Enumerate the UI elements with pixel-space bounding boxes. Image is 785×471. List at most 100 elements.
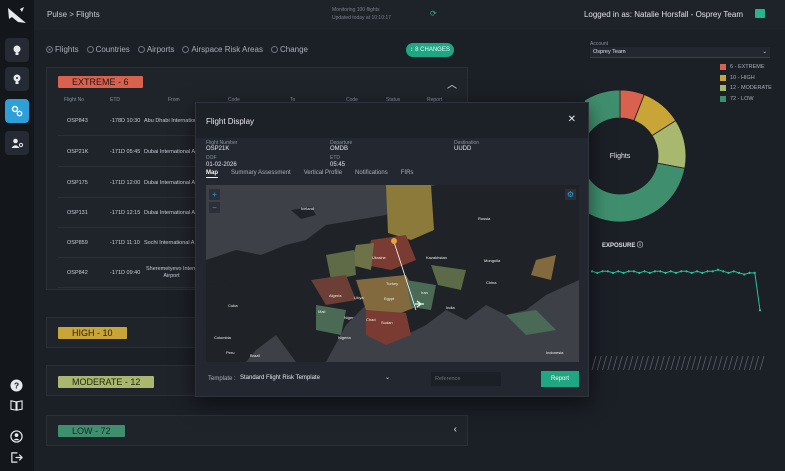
logout-button[interactable] bbox=[8, 449, 25, 466]
chevron-up-icon[interactable]: ︿ bbox=[447, 76, 457, 91]
exposure-x-tick bbox=[659, 355, 665, 371]
zoom-out-button[interactable]: − bbox=[209, 202, 220, 213]
col-etd[interactable]: ETD bbox=[110, 97, 120, 103]
help-button[interactable]: ? bbox=[8, 377, 25, 394]
cell-etd: -171D 09:40 bbox=[110, 270, 141, 276]
exposure-point bbox=[596, 271, 599, 274]
group-badge-moderate[interactable]: MODERATE - 12 bbox=[58, 376, 155, 388]
tab-firs[interactable]: FIRs bbox=[401, 170, 414, 178]
chevron-left-icon[interactable]: ‹ bbox=[454, 424, 457, 435]
cell-flight: OSP131 bbox=[67, 210, 88, 216]
table-row[interactable]: OSP843 -178D 10:30 Abu Dhabi Internation… bbox=[58, 106, 201, 136]
exposure-point bbox=[611, 271, 615, 274]
filter-airports[interactable]: Airports bbox=[137, 45, 174, 54]
table-row[interactable]: OSP859 -171D 11:10 Sochi International A bbox=[58, 228, 198, 258]
exposure-point bbox=[632, 270, 636, 273]
radio-icon bbox=[46, 46, 53, 53]
exposure-point bbox=[706, 270, 709, 273]
group-badge-extreme[interactable]: EXTREME - 6 bbox=[58, 76, 143, 88]
col-from[interactable]: From bbox=[168, 97, 180, 103]
exposure-x-tick bbox=[722, 355, 728, 371]
table-row[interactable]: OSP21K -171D 05:45 Dubai International A bbox=[58, 137, 198, 167]
col-flight-no[interactable]: Flight No bbox=[64, 97, 84, 103]
map-label: China bbox=[486, 280, 497, 285]
template-select[interactable]: Standard Flight Risk Template ⌄ bbox=[240, 374, 390, 385]
tab-map[interactable]: Map bbox=[206, 170, 218, 178]
exposure-point bbox=[606, 270, 609, 273]
exposure-x-tick bbox=[738, 355, 744, 371]
table-row[interactable]: OSP131 -171D 12:15 Dubai International A bbox=[58, 198, 198, 228]
legend-swatch bbox=[720, 64, 726, 71]
book-icon bbox=[10, 400, 23, 411]
map-label: Colombia bbox=[214, 335, 231, 340]
profile-button[interactable] bbox=[8, 428, 25, 445]
group-badge-high[interactable]: HIGH - 10 bbox=[58, 327, 127, 339]
dof-value: 01-02-2026 bbox=[206, 162, 237, 168]
filter-flights[interactable]: Flights bbox=[46, 45, 79, 54]
exposure-point bbox=[643, 270, 646, 273]
modal-title: Flight Display bbox=[206, 117, 255, 126]
map-label: Indonesia bbox=[546, 350, 564, 355]
exposure-point bbox=[716, 268, 720, 271]
cell-from: Dubai International A bbox=[144, 210, 196, 216]
chat-icon[interactable] bbox=[755, 9, 765, 18]
exposure-x-tick bbox=[759, 355, 765, 371]
close-icon[interactable]: ✕ bbox=[568, 114, 576, 125]
exposure-x-tick bbox=[644, 355, 649, 371]
exposure-x-tick bbox=[623, 355, 628, 371]
cell-etd: -171D 05:45 bbox=[110, 149, 141, 155]
sidebar: ? bbox=[0, 0, 34, 471]
breadcrumb[interactable]: Pulse > Flights bbox=[47, 10, 100, 19]
map-label: Mali bbox=[318, 309, 326, 314]
changes-button[interactable]: ↕ 8 CHANGES bbox=[406, 43, 454, 57]
exposure-x-tick bbox=[665, 355, 670, 371]
help-icon: ? bbox=[10, 379, 23, 392]
sidebar-item-users[interactable] bbox=[5, 131, 29, 155]
sidebar-item-insights[interactable] bbox=[5, 38, 29, 62]
account-select[interactable]: Osprey Team ⌄ bbox=[590, 47, 770, 58]
report-button[interactable]: Report bbox=[541, 371, 579, 387]
flight-map[interactable]: + − ⚙ Iceland Russia Kazakhstan Mongolia… bbox=[206, 185, 579, 362]
refresh-icon[interactable]: ⟳ bbox=[430, 9, 437, 18]
filter-change[interactable]: Change bbox=[270, 45, 308, 54]
flight-number-value: OSP21K bbox=[206, 146, 230, 152]
tab-notifications[interactable]: Notifications bbox=[355, 170, 388, 178]
exposure-point bbox=[753, 271, 756, 274]
table-row[interactable]: OSP175 -171D 12:00 Dubai International A bbox=[58, 168, 198, 198]
exposure-point bbox=[680, 270, 683, 273]
cell-from: Dubai International A bbox=[144, 180, 196, 186]
cell-from: Sheremetyevo Intern Airport bbox=[145, 266, 198, 279]
cell-flight: OSP842 bbox=[67, 270, 88, 276]
cell-etd: -171D 12:00 bbox=[110, 180, 141, 186]
legend-item: 10 - HIGH bbox=[720, 73, 772, 84]
exposure-x-tick bbox=[628, 355, 634, 371]
destination-value: UUDD bbox=[454, 146, 472, 152]
info-icon[interactable]: ⓘ bbox=[637, 243, 643, 249]
map-label: Nigeria bbox=[338, 335, 351, 340]
modal-header: Flight Display ✕ bbox=[196, 103, 588, 138]
map-label: Russia bbox=[478, 216, 491, 221]
flights-donut-chart[interactable]: Flights bbox=[585, 90, 687, 222]
filter-airspace-risk-areas[interactable]: Airspace Risk Areas bbox=[182, 45, 263, 54]
exposure-x-tick bbox=[691, 355, 697, 371]
tab-summary-assessment[interactable]: Summary Assessment bbox=[231, 170, 291, 178]
table-row[interactable]: OSP842 -171D 09:40 Sheremetyevo Intern A… bbox=[58, 258, 198, 288]
exposure-point bbox=[617, 270, 620, 273]
reference-input[interactable]: Reference bbox=[431, 372, 501, 386]
exposure-point bbox=[732, 270, 735, 273]
group-badge-low[interactable]: LOW - 72 bbox=[58, 425, 125, 437]
cell-flight: OSP843 bbox=[67, 118, 88, 124]
exposure-point bbox=[685, 270, 688, 273]
filter-countries[interactable]: Countries bbox=[86, 45, 130, 54]
zoom-in-button[interactable]: + bbox=[209, 189, 220, 200]
monitoring-count: Monitoring 100 flights bbox=[332, 7, 380, 13]
legend-item: 72 - LOW bbox=[720, 94, 772, 105]
login-info: Logged in as: Natalie Horsfall - Osprey … bbox=[583, 10, 743, 19]
exposure-point bbox=[648, 271, 651, 274]
docs-button[interactable] bbox=[8, 397, 25, 414]
sidebar-item-alerts[interactable] bbox=[5, 67, 29, 91]
sidebar-item-flights[interactable] bbox=[5, 99, 29, 123]
tab-vertical-profile[interactable]: Vertical Profile bbox=[304, 170, 342, 178]
map-settings-icon[interactable]: ⚙ bbox=[565, 189, 576, 200]
svg-text:?: ? bbox=[14, 380, 19, 390]
